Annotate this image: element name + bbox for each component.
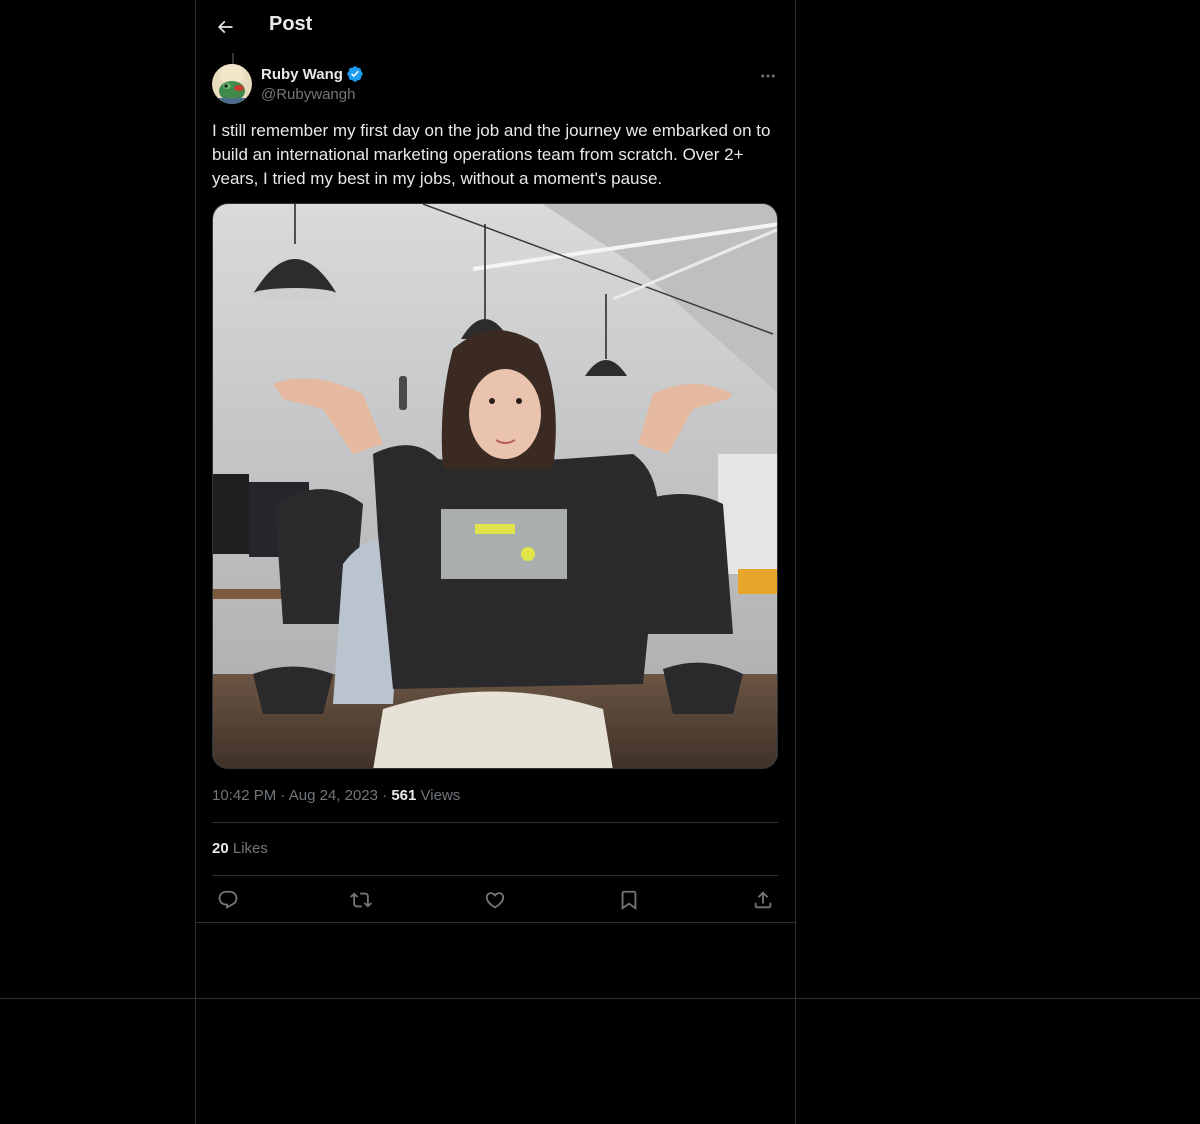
likes-link[interactable]: 20 Likes bbox=[212, 840, 268, 857]
meta-separator: · bbox=[382, 787, 392, 804]
reply-button[interactable] bbox=[212, 884, 244, 916]
page-title: Post bbox=[269, 13, 313, 35]
share-button[interactable] bbox=[747, 884, 779, 916]
post-photo[interactable] bbox=[212, 203, 778, 769]
back-button[interactable] bbox=[208, 10, 242, 44]
divider bbox=[212, 822, 778, 823]
divider bbox=[212, 875, 778, 876]
post-metadata: 10:42 PM · Aug 24, 2023 · 561 Views bbox=[212, 787, 460, 804]
author-name[interactable]: Ruby Wang bbox=[261, 65, 364, 83]
post-time[interactable]: 10:42 PM bbox=[212, 787, 276, 804]
more-horizontal-icon bbox=[761, 74, 775, 78]
bookmark-icon bbox=[621, 890, 637, 911]
views-label: Views bbox=[420, 787, 461, 804]
author-name-text: Ruby Wang bbox=[261, 65, 343, 83]
arrow-left-icon bbox=[217, 20, 233, 34]
like-button[interactable] bbox=[479, 884, 511, 916]
repost-button[interactable] bbox=[345, 884, 377, 916]
author-handle[interactable]: @Rubywangh bbox=[261, 86, 355, 103]
views-count: 561 bbox=[391, 787, 417, 804]
avatar[interactable] bbox=[212, 64, 252, 104]
share-icon bbox=[754, 891, 772, 909]
divider bbox=[196, 922, 795, 923]
likes-label: Likes bbox=[232, 840, 268, 857]
likes-count: 20 bbox=[212, 840, 229, 857]
meta-separator: · bbox=[280, 787, 289, 804]
page-header: Post bbox=[196, 0, 795, 53]
action-bar bbox=[212, 884, 778, 916]
photo-image bbox=[213, 204, 777, 768]
primary-column: Post Ruby Wang @Rubywangh I still rememb… bbox=[195, 0, 796, 1124]
verified-badge-icon bbox=[347, 66, 363, 82]
post-date[interactable]: Aug 24, 2023 bbox=[289, 787, 378, 804]
avatar-image bbox=[212, 64, 252, 104]
post-text: I still remember my first day on the job… bbox=[212, 121, 771, 188]
heart-icon bbox=[485, 892, 505, 909]
reply-icon bbox=[218, 890, 238, 909]
repost-icon bbox=[350, 892, 372, 908]
more-options-button[interactable] bbox=[754, 62, 782, 90]
bookmark-button[interactable] bbox=[613, 884, 645, 916]
